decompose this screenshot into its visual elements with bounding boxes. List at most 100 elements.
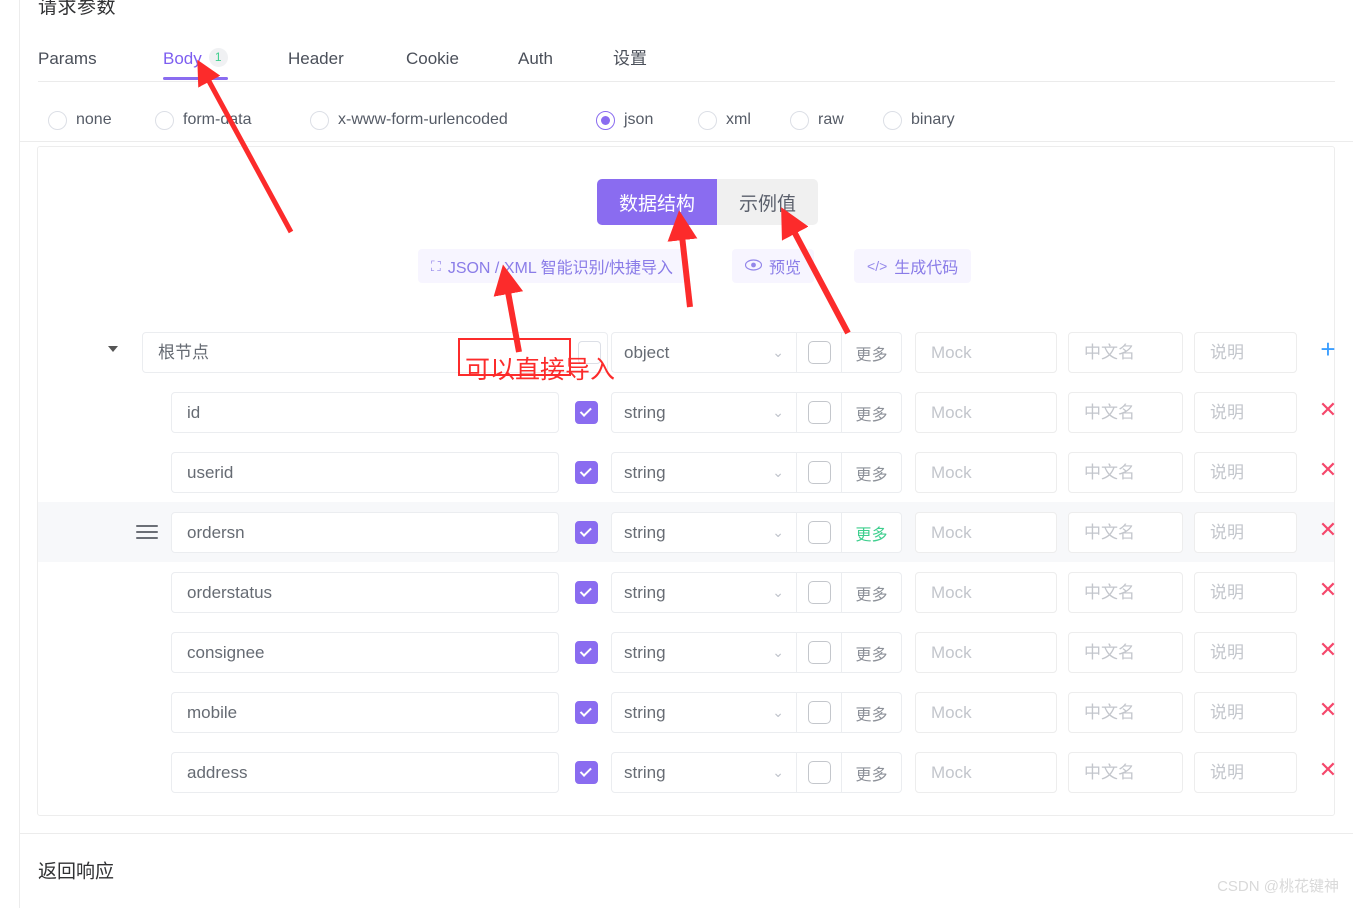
remove-field-icon[interactable]: ✕ (1318, 759, 1338, 781)
check-icon (579, 644, 592, 657)
field-cn-name-input[interactable]: 中文名 (1068, 392, 1183, 433)
radio-raw[interactable]: raw (790, 100, 844, 140)
field-cn-name-input[interactable]: 中文名 (1068, 572, 1183, 613)
field-name-input[interactable]: consignee (171, 632, 559, 673)
check-icon (579, 524, 592, 537)
field-cn-name-input[interactable]: 中文名 (1068, 512, 1183, 553)
field-name-input[interactable]: id (171, 392, 559, 433)
field-mock-input[interactable]: Mock (915, 692, 1057, 733)
field-enabled-checkbox[interactable] (575, 521, 598, 544)
field-required-cell (797, 512, 842, 553)
preview-link[interactable]: 预览 (732, 249, 815, 283)
field-more-button[interactable]: 更多 (842, 452, 902, 493)
field-enabled-checkbox[interactable] (575, 581, 598, 604)
field-mock-input[interactable]: Mock (915, 512, 1057, 553)
remove-field-icon[interactable]: ✕ (1318, 519, 1338, 541)
field-cn-name-input[interactable]: 中文名 (1068, 752, 1183, 793)
field-more-button[interactable]: 更多 (842, 632, 902, 673)
field-name-input[interactable]: 根节点 (142, 332, 608, 373)
tab-header[interactable]: Header (288, 38, 344, 80)
field-more-button[interactable]: 更多 (842, 692, 902, 733)
view-toggle-example-value[interactable]: 示例值 (717, 179, 819, 225)
field-mock-input[interactable]: Mock (915, 392, 1057, 433)
field-type-select[interactable]: string ⌄ (611, 512, 797, 553)
field-description-input[interactable]: 说明 (1194, 692, 1297, 733)
field-name-input[interactable]: address (171, 752, 559, 793)
radio-form-data[interactable]: form-data (155, 100, 251, 140)
field-description-input[interactable]: 说明 (1194, 452, 1297, 493)
drag-handle-icon[interactable] (136, 521, 158, 543)
radio-x-www-form-urlencoded[interactable]: x-www-form-urlencoded (310, 100, 508, 140)
field-description-input[interactable]: 说明 (1194, 332, 1297, 373)
field-mock-input[interactable]: Mock (915, 632, 1057, 673)
radio-none[interactable]: none (48, 100, 112, 140)
field-enabled-checkbox[interactable] (575, 701, 598, 724)
radio-label: form-data (183, 111, 252, 128)
field-enabled-checkbox[interactable] (575, 641, 598, 664)
field-name-input[interactable]: userid (171, 452, 559, 493)
tab-params[interactable]: Params (38, 38, 97, 80)
field-more-button[interactable]: 更多 (842, 512, 902, 553)
generate-code-link[interactable]: </> 生成代码 (854, 249, 972, 283)
field-mock-input[interactable]: Mock (915, 572, 1057, 613)
field-mock-input[interactable]: Mock (915, 452, 1057, 493)
radio-xml[interactable]: xml (698, 100, 751, 140)
scan-import-icon: ⛶ (431, 258, 441, 274)
field-type-value: string (624, 762, 666, 782)
tab-label: Header (288, 49, 344, 68)
field-required-checkbox[interactable] (807, 461, 831, 484)
field-type-select[interactable]: string ⌄ (611, 632, 797, 673)
field-required-checkbox[interactable] (807, 701, 831, 724)
field-description-input[interactable]: 说明 (1194, 752, 1297, 793)
field-description-input[interactable]: 说明 (1194, 512, 1297, 553)
tab-cookie[interactable]: Cookie (406, 38, 459, 80)
field-type-select[interactable]: object ⌄ (611, 332, 797, 373)
field-type-select[interactable]: string ⌄ (611, 752, 797, 793)
field-type-select[interactable]: string ⌄ (611, 392, 797, 433)
tab-设置[interactable]: 设置 (613, 38, 647, 80)
field-name-input[interactable]: mobile (171, 692, 559, 733)
field-cn-name-input[interactable]: 中文名 (1068, 692, 1183, 733)
field-cn-name-input[interactable]: 中文名 (1068, 452, 1183, 493)
field-mock-input[interactable]: Mock (915, 332, 1057, 373)
field-type-select[interactable]: string ⌄ (611, 452, 797, 493)
add-field-icon[interactable]: + (1318, 336, 1338, 362)
field-required-checkbox[interactable] (807, 341, 831, 364)
remove-field-icon[interactable]: ✕ (1318, 459, 1338, 481)
radio-json[interactable]: json (596, 100, 653, 140)
field-type-select[interactable]: string ⌄ (611, 692, 797, 733)
field-required-checkbox[interactable] (807, 641, 831, 664)
field-enabled-checkbox[interactable] (578, 341, 601, 364)
field-more-button[interactable]: 更多 (842, 572, 902, 613)
field-more-button[interactable]: 更多 (842, 752, 902, 793)
field-cn-name-input[interactable]: 中文名 (1068, 332, 1183, 373)
json-xml-import-link[interactable]: ⛶ JSON / XML 智能识别/快捷导入 (418, 249, 687, 283)
tab-auth[interactable]: Auth (518, 38, 553, 80)
remove-field-icon[interactable]: ✕ (1318, 579, 1338, 601)
field-more-button[interactable]: 更多 (842, 332, 902, 373)
tab-body[interactable]: Body 1 (163, 38, 228, 80)
field-enabled-checkbox[interactable] (575, 461, 598, 484)
field-cn-name-input[interactable]: 中文名 (1068, 632, 1183, 673)
json-xml-import-label: JSON / XML 智能识别/快捷导入 (447, 260, 674, 277)
view-toggle-data-structure[interactable]: 数据结构 (597, 179, 718, 225)
field-enabled-checkbox[interactable] (575, 401, 598, 424)
radio-binary[interactable]: binary (883, 100, 955, 140)
field-description-input[interactable]: 说明 (1194, 572, 1297, 613)
field-more-button[interactable]: 更多 (842, 392, 902, 433)
field-enabled-checkbox[interactable] (575, 761, 598, 784)
remove-field-icon[interactable]: ✕ (1318, 399, 1338, 421)
field-mock-input[interactable]: Mock (915, 752, 1057, 793)
field-required-checkbox[interactable] (807, 401, 831, 424)
remove-field-icon[interactable]: ✕ (1318, 699, 1338, 721)
remove-field-icon[interactable]: ✕ (1318, 639, 1338, 661)
field-description-input[interactable]: 说明 (1194, 632, 1297, 673)
expand-collapse-triangle-icon[interactable] (108, 346, 118, 352)
field-description-input[interactable]: 说明 (1194, 392, 1297, 433)
field-required-checkbox[interactable] (807, 761, 831, 784)
field-required-checkbox[interactable] (807, 521, 831, 544)
field-name-input[interactable]: orderstatus (171, 572, 559, 613)
field-type-select[interactable]: string ⌄ (611, 572, 797, 613)
field-required-checkbox[interactable] (807, 581, 831, 604)
field-name-input[interactable]: ordersn (171, 512, 559, 553)
